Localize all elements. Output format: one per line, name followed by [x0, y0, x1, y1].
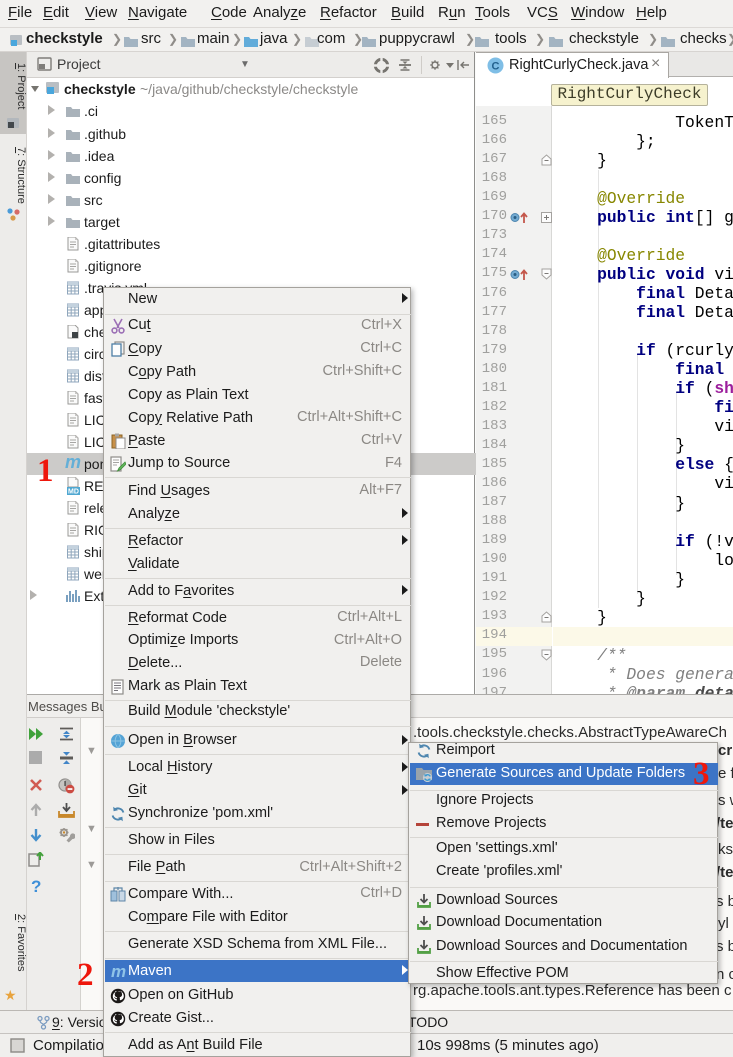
svg-text:MD: MD [68, 488, 79, 495]
svg-text:C: C [492, 61, 500, 73]
